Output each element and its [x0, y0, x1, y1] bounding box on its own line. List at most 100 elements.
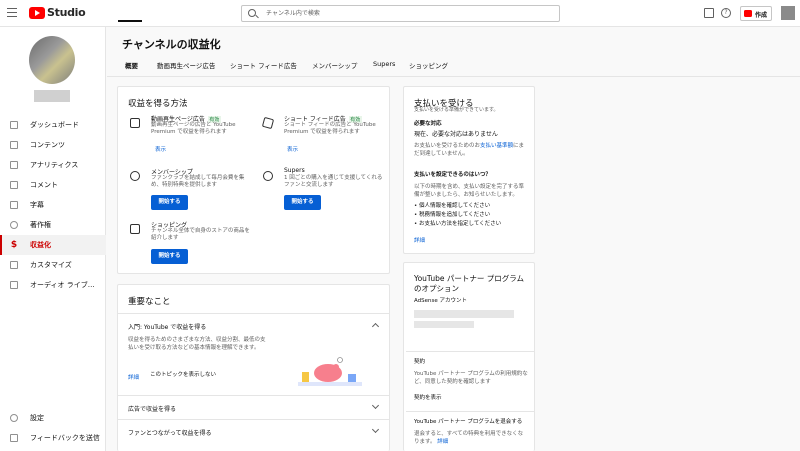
channel-name-redacted	[34, 90, 70, 102]
adsense-account-redacted	[414, 310, 514, 318]
accordion-intro-label: 入門: YouTube で収益を得る	[128, 324, 207, 331]
studio-logo-text[interactable]: Studio	[47, 6, 86, 19]
contract-label: 契約	[414, 359, 426, 365]
ypp-card-title: のオプション	[414, 284, 459, 293]
important-card-title: 重要なこと	[128, 297, 171, 307]
bullet-text: 税務情報を追加してください	[419, 212, 491, 218]
chevron-down-icon[interactable]	[371, 425, 380, 434]
start-shopping-button[interactable]: 開始する	[151, 249, 188, 264]
sidebar-item-label: オーディオ ライブ…	[30, 281, 95, 289]
youtube-logo-icon[interactable]	[29, 7, 45, 19]
divider	[406, 411, 534, 412]
sidebar-item-customize[interactable]: カスタマイズ	[0, 255, 106, 275]
copyright-icon	[10, 221, 18, 229]
payments-subtitle: 支払いを受ける準備ができています。	[414, 107, 499, 113]
active-tab-indicator	[118, 20, 142, 22]
hide-topic-link[interactable]: このトピックを表示しない	[150, 372, 216, 380]
tab-overview[interactable]: 概要	[125, 60, 138, 70]
ways-to-earn-card: 収益を得る方法 動画再生ページ広告 有効 動画再生ページの広告と YouTube …	[117, 86, 390, 274]
play-icon	[130, 118, 140, 128]
contract-desc: YouTube パートナー プログラムの利用規約な	[414, 371, 528, 377]
audio-library-icon	[10, 281, 18, 289]
sidebar-item-analytics[interactable]: アナリティクス	[0, 155, 106, 175]
sidebar-item-comments[interactable]: コメント	[0, 175, 106, 195]
search-box[interactable]	[241, 5, 560, 22]
accordion-ads[interactable]: 広告で収益を得る	[118, 395, 390, 419]
sidebar-item-label: アナリティクス	[30, 161, 79, 169]
sidebar-item-copyright[interactable]: 著作権	[0, 215, 106, 235]
message-icon[interactable]	[704, 8, 714, 18]
ways-card-title: 収益を得る方法	[128, 99, 188, 109]
tab-shopping[interactable]: ショッピング	[409, 60, 448, 70]
accordion-ads-label: 広告で収益を得る	[128, 406, 177, 413]
bullet-item: • お支払い方法を指定してください	[414, 221, 502, 227]
required-label: 必要な対応	[414, 121, 442, 127]
bullet-text: 個人情報を確認してください	[419, 203, 491, 209]
tab-bar: 概要 動画再生ページ広告 ショート フィード広告 メンバーシップ Supers …	[107, 53, 800, 77]
tab-memberships[interactable]: メンバーシップ	[312, 60, 357, 70]
sidebar-item-settings[interactable]: 設定	[0, 408, 106, 428]
sidebar-item-label: 字幕	[30, 201, 44, 209]
view-watch-page-ads-link[interactable]: 表示	[155, 145, 166, 153]
sidebar-item-dashboard[interactable]: ダッシュボード	[0, 115, 106, 135]
divider	[406, 351, 534, 352]
threshold-text-post: にま	[513, 143, 525, 149]
way-desc: 紹介します	[151, 235, 179, 241]
way-desc: め、特別特典を提供します	[151, 182, 218, 188]
chevron-up-icon[interactable]	[371, 322, 380, 331]
tab-shorts-feed-ads[interactable]: ショート フィード広告	[230, 60, 297, 70]
start-supers-button[interactable]: 開始する	[284, 195, 321, 210]
help-icon[interactable]: ?	[721, 8, 731, 18]
tab-watch-page-ads[interactable]: 動画再生ページ広告	[157, 60, 215, 70]
floating-coin	[337, 357, 343, 363]
leave-ypp-label: YouTube パートナー プログラムを退会する	[414, 419, 523, 425]
view-contracts-link[interactable]: 契約を表示	[414, 395, 442, 403]
gear-icon	[10, 414, 18, 422]
leave-ypp-details-link[interactable]: 詳細	[437, 439, 448, 445]
sidebar-item-label: カスタマイズ	[30, 261, 72, 269]
sidebar-item-subtitles[interactable]: 字幕	[0, 195, 106, 215]
shorts-icon	[261, 116, 275, 130]
account-avatar[interactable]	[781, 6, 795, 20]
leave-ypp-desc-line2: ります。	[414, 439, 436, 445]
sidebar-item-label: 収益化	[30, 241, 51, 249]
start-memberships-button[interactable]: 開始する	[151, 195, 188, 210]
threshold-text: お支払いを受けるためのお支払い基準額にま	[414, 143, 534, 151]
faq-desc: 以下の時期を含め、支払い設定を完了する準	[414, 184, 525, 190]
illustration-floor	[298, 382, 362, 386]
dollar-icon: $	[10, 240, 18, 250]
threshold-text-pre: お支払いを受けるためのお	[414, 143, 481, 149]
sidebar: ダッシュボード コンテンツ アナリティクス コメント 字幕 著作権 $ 収益化 …	[0, 27, 106, 451]
tab-supers[interactable]: Supers	[373, 60, 395, 68]
menu-icon[interactable]	[7, 8, 17, 17]
bullet-item: • 個人情報を確認してください	[414, 203, 491, 209]
search-icon[interactable]	[248, 9, 256, 17]
chevron-down-icon[interactable]	[371, 401, 380, 410]
payments-details-link[interactable]: 詳細	[414, 236, 425, 244]
sidebar-item-label: 設定	[30, 414, 44, 422]
search-input[interactable]	[266, 8, 546, 19]
intro-details-link[interactable]: 詳細	[128, 373, 139, 381]
accordion-fans-label: ファンとつながって収益を得る	[128, 430, 212, 437]
bullet-text: お支払い方法を指定してください	[419, 221, 502, 227]
dashboard-icon	[10, 121, 18, 129]
adsense-label: AdSense アカウント	[414, 298, 468, 304]
coin-stack	[302, 372, 309, 382]
accordion-fans[interactable]: ファンとつながって収益を得る	[118, 419, 390, 443]
create-button[interactable]: 作成	[740, 6, 772, 21]
supers-icon	[263, 171, 273, 181]
sidebar-item-feedback[interactable]: フィードバックを送信	[0, 428, 106, 448]
view-shorts-ads-link[interactable]: 表示	[287, 145, 298, 153]
piggy-ear	[333, 364, 339, 370]
video-camera-icon	[744, 10, 752, 17]
sidebar-item-monetization[interactable]: $ 収益化	[0, 235, 106, 255]
sidebar-item-audio-library[interactable]: オーディオ ライブ…	[0, 275, 106, 295]
way-desc: Premium で収益を得られます	[284, 129, 360, 135]
sidebar-item-content[interactable]: コンテンツ	[0, 135, 106, 155]
leave-ypp-desc: ります。 詳細	[414, 439, 448, 447]
payments-card: 支払いを受ける 支払いを受ける準備ができています。 必要な対応 現在、必要な対応…	[403, 86, 535, 254]
channel-avatar[interactable]	[29, 36, 75, 84]
payment-threshold-link[interactable]: 支払い基準額	[480, 143, 513, 149]
way-desc: ファンと交流します	[284, 182, 334, 188]
threshold-text-line2: だ到達していません。	[414, 151, 469, 157]
